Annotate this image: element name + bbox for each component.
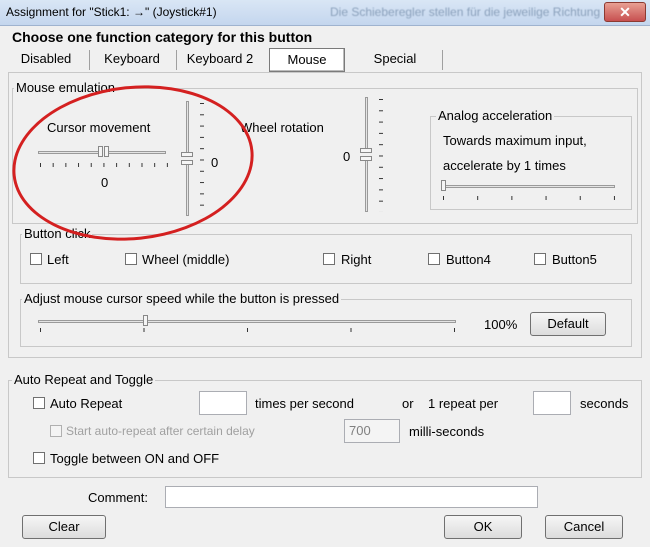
wheel-rotation-label: Wheel rotation [240, 120, 324, 135]
cursor-y-up-slider[interactable] [181, 101, 195, 157]
cursor-movement-label: Cursor movement [47, 120, 151, 135]
analog-ticks [443, 196, 615, 200]
mouse-emulation-legend: Mouse emulation [14, 80, 117, 95]
cursor-speed-slider[interactable] [38, 315, 456, 327]
delay-checkbox[interactable] [50, 425, 62, 437]
repeat-per-label: 1 repeat per [428, 396, 499, 411]
tab-mouse[interactable]: Mouse [269, 48, 345, 72]
cursor-x-left-slider[interactable] [38, 146, 103, 158]
cursor-y-ticks [200, 103, 204, 216]
button4-label: Button4 [446, 252, 491, 267]
right-click-label: Right [341, 252, 372, 267]
clear-button[interactable]: Clear [22, 515, 106, 539]
button-click-legend: Button click [22, 226, 93, 241]
slider-thumb[interactable] [181, 152, 193, 157]
toggle-checkbox[interactable] [33, 452, 45, 464]
button5-label: Button5 [552, 252, 597, 267]
analog-acceleration-legend: Analog acceleration [436, 108, 555, 123]
cursor-y-value: 0 [211, 155, 219, 170]
window-title: Assignment for "Stick1: →" (Joystick#1) [6, 5, 217, 19]
tab-keyboard-2[interactable]: Keyboard 2 [180, 48, 260, 72]
slider-thumb[interactable] [104, 146, 109, 157]
cursor-y-down-slider[interactable] [181, 160, 195, 216]
delay-label: Start auto-repeat after certain delay [66, 424, 255, 438]
middle-click-label: Wheel (middle) [142, 252, 230, 267]
analog-line-2: accelerate by 1 times [443, 158, 566, 173]
cursor-speed-value: 100% [484, 317, 518, 332]
wheel-ticks [379, 99, 383, 212]
times-per-second-label: times per second [255, 396, 354, 411]
seconds-label: seconds [580, 396, 629, 411]
auto-repeat-legend: Auto Repeat and Toggle [12, 372, 156, 387]
background-window-title: Die Schieberegler stellen für die jeweil… [330, 5, 601, 19]
auto-repeat-checkbox[interactable] [33, 397, 45, 409]
milliseconds-label: milli-seconds [409, 424, 485, 439]
dialog-heading: Choose one function category for this bu… [12, 29, 313, 45]
times-per-second-input[interactable] [199, 391, 247, 415]
tab-disabled[interactable]: Disabled [12, 48, 80, 72]
cursor-x-right-slider[interactable] [104, 146, 166, 158]
slider-thumb[interactable] [441, 180, 446, 191]
comment-input[interactable] [165, 486, 538, 508]
title-bar: Assignment for "Stick1: →" (Joystick#1) … [0, 0, 650, 26]
cursor-speed-ticks [40, 328, 456, 332]
cursor-x-value: 0 [101, 175, 109, 190]
comment-label: Comment: [88, 490, 148, 505]
tab-separator [89, 50, 90, 70]
toggle-label: Toggle between ON and OFF [50, 451, 220, 466]
wheel-down-slider[interactable] [360, 156, 374, 212]
cancel-button[interactable]: Cancel [545, 515, 623, 539]
slider-thumb[interactable] [98, 146, 103, 157]
wheel-rotation-value: 0 [343, 149, 351, 164]
button5-checkbox[interactable] [534, 253, 546, 265]
delay-input[interactable]: 700 [344, 419, 400, 443]
close-button[interactable]: ✕ [604, 2, 646, 22]
default-button[interactable]: Default [530, 312, 606, 336]
wheel-up-slider[interactable] [360, 97, 374, 153]
tab-separator [176, 50, 177, 70]
slider-thumb[interactable] [360, 148, 372, 153]
left-click-label: Left [47, 252, 69, 267]
right-click-checkbox[interactable] [323, 253, 335, 265]
analog-acceleration-slider[interactable] [441, 180, 615, 192]
middle-click-checkbox[interactable] [125, 253, 137, 265]
tab-separator [442, 50, 443, 70]
slider-thumb[interactable] [181, 160, 193, 165]
button4-checkbox[interactable] [428, 253, 440, 265]
analog-line-1: Towards maximum input, [443, 133, 587, 148]
repeat-seconds-input[interactable] [533, 391, 571, 415]
cursor-x-ticks [40, 163, 168, 167]
tab-keyboard[interactable]: Keyboard [92, 48, 172, 72]
or-label: or [402, 396, 414, 411]
ok-button[interactable]: OK [444, 515, 522, 539]
slider-thumb[interactable] [360, 156, 372, 161]
tab-special[interactable]: Special [358, 48, 432, 72]
auto-repeat-label: Auto Repeat [50, 396, 123, 411]
cursor-speed-legend: Adjust mouse cursor speed while the butt… [22, 291, 342, 306]
slider-thumb[interactable] [143, 315, 148, 326]
left-click-checkbox[interactable] [30, 253, 42, 265]
